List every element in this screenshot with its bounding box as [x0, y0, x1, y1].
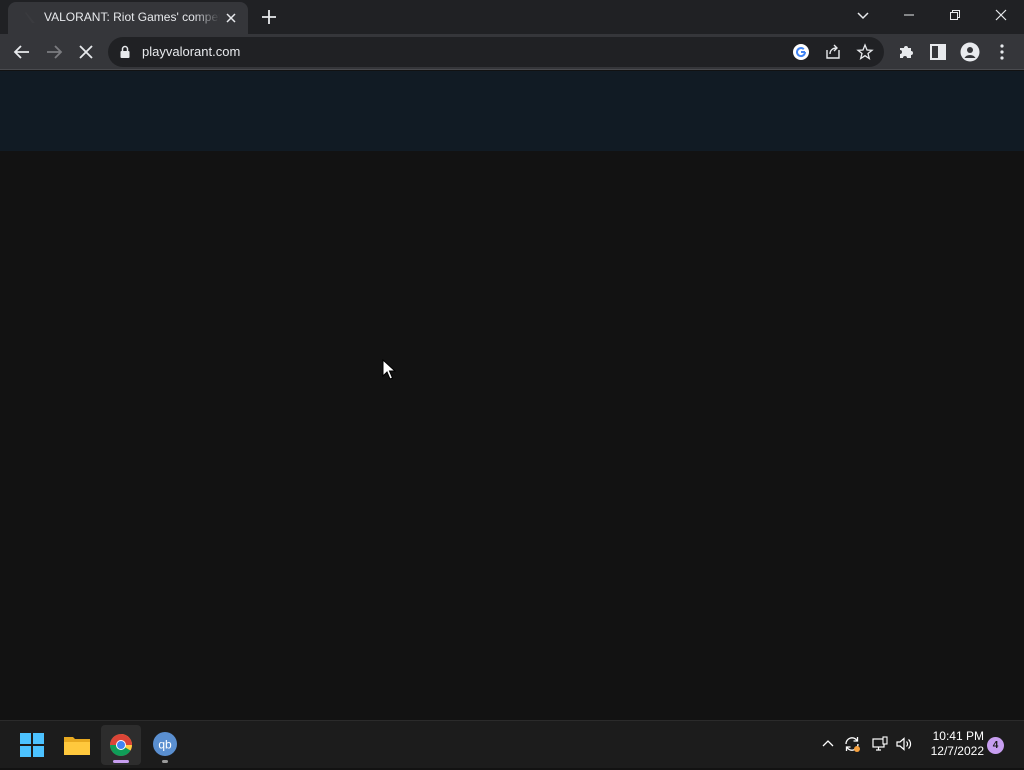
close-window-icon	[995, 9, 1007, 21]
page-header-band	[0, 71, 1024, 151]
bookmark-star-icon[interactable]	[856, 43, 874, 61]
clock-time: 10:41 PM	[932, 729, 984, 743]
address-bar[interactable]: playvalorant.com	[108, 37, 884, 67]
system-clock[interactable]: 10:41 PM 12/7/2022	[922, 729, 984, 759]
close-tab-icon[interactable]	[222, 9, 240, 27]
browser-tab-active[interactable]: VALORANT: Riot Games' competitive 5v5 ch…	[8, 2, 248, 34]
folder-icon	[64, 737, 90, 755]
sync-update-icon[interactable]	[843, 735, 861, 753]
google-lens-icon[interactable]	[792, 43, 810, 61]
browser-toolbar: playvalorant.com	[0, 34, 1024, 70]
tab-title: VALORANT: Riot Games' competitive 5v5 ch…	[44, 10, 220, 24]
qbittorrent-label: qb	[158, 738, 172, 752]
tab-strip: VALORANT: Riot Games' competitive 5v5 ch…	[0, 0, 1024, 34]
taskbar-qbittorrent[interactable]: qb	[145, 725, 185, 765]
share-icon[interactable]	[824, 43, 842, 61]
taskbar-file-explorer[interactable]	[57, 725, 97, 765]
notification-count-badge[interactable]: 4	[987, 737, 1004, 754]
valorant-favicon-icon	[25, 12, 35, 23]
show-hidden-icons-chevron-icon[interactable]	[819, 735, 837, 753]
url-text[interactable]: playvalorant.com	[142, 44, 240, 59]
new-tab-icon[interactable]	[258, 6, 280, 28]
extensions-puzzle-icon[interactable]	[896, 42, 916, 62]
network-icon[interactable]	[871, 735, 889, 753]
volume-speaker-icon[interactable]	[895, 735, 913, 753]
lock-icon[interactable]	[119, 45, 131, 59]
profile-avatar-icon[interactable]	[960, 42, 980, 62]
mouse-cursor-icon	[382, 359, 396, 380]
restore-button[interactable]	[932, 0, 978, 30]
windows-taskbar: qb 10:41 PM 12/7/2022 4	[0, 720, 1024, 768]
stop-loading-icon[interactable]	[74, 40, 98, 64]
active-app-indicator	[113, 760, 129, 763]
start-button[interactable]	[12, 725, 52, 765]
close-window-button[interactable]	[978, 0, 1024, 30]
forward-arrow-icon[interactable]	[42, 40, 66, 64]
web-page-content	[0, 71, 1024, 720]
chrome-menu-kebab-icon[interactable]	[992, 42, 1012, 62]
tab-search-chevron-icon[interactable]	[853, 5, 873, 25]
windows-icon	[20, 733, 44, 757]
clock-date: 12/7/2022	[930, 744, 984, 758]
minimize-button[interactable]	[886, 0, 932, 30]
back-arrow-icon[interactable]	[10, 40, 34, 64]
taskbar-chrome[interactable]	[101, 725, 141, 765]
minimize-icon	[904, 14, 914, 16]
chrome-icon	[110, 734, 132, 756]
running-app-indicator	[162, 760, 168, 763]
qbittorrent-icon: qb	[153, 732, 177, 756]
side-panel-icon[interactable]	[928, 42, 948, 62]
restore-icon	[950, 10, 960, 20]
